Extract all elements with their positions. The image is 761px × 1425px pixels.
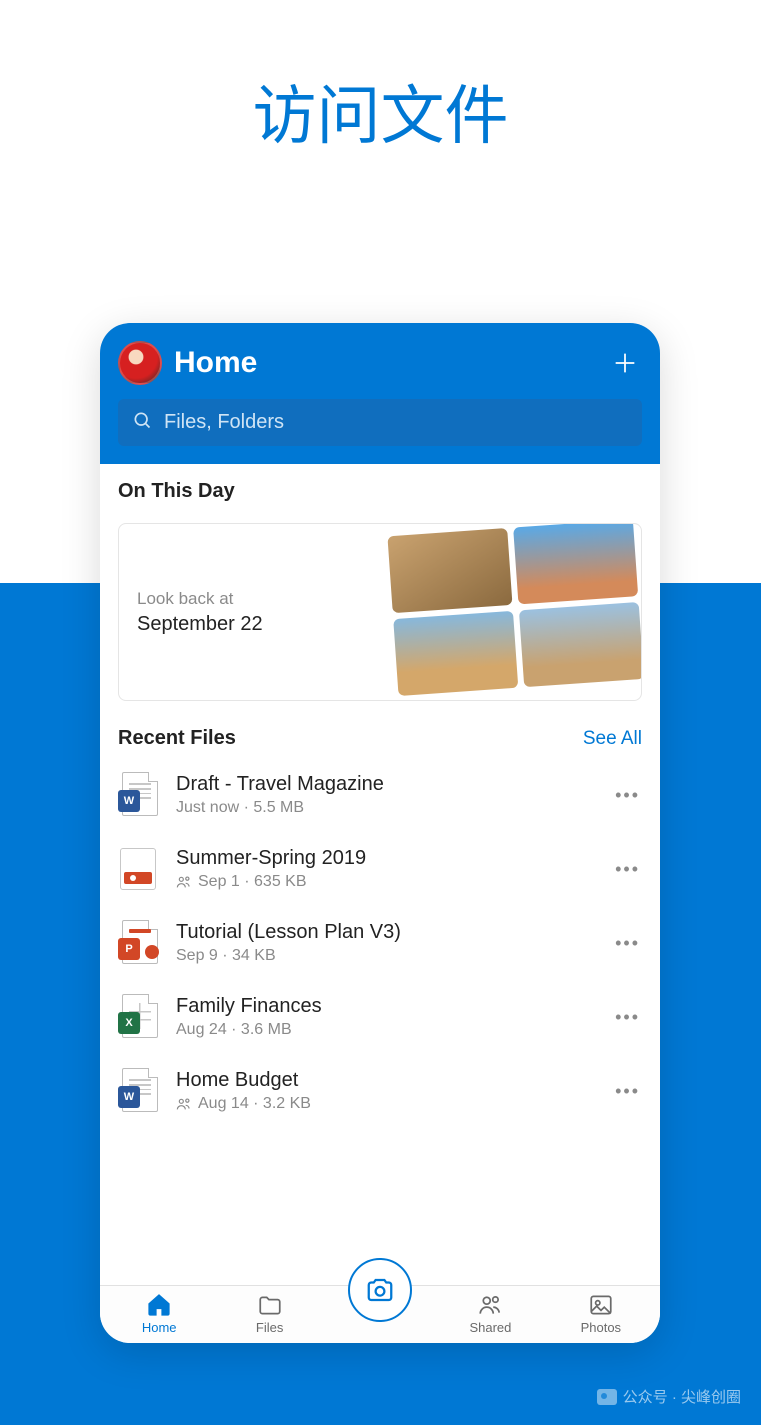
avatar[interactable] — [118, 341, 162, 385]
memory-photo — [513, 523, 638, 604]
file-meta: Sep 9 · 34 KB — [176, 947, 595, 965]
memory-photo — [387, 528, 512, 613]
hero-title: 访问文件 — [0, 65, 761, 157]
file-name: Home Budget — [176, 1069, 595, 1092]
tab-label: Home — [142, 1320, 177, 1335]
file-name: Summer-Spring 2019 — [176, 847, 595, 870]
recent-files-title: Recent Files — [118, 727, 236, 750]
file-more-button[interactable]: ••• — [613, 1001, 642, 1034]
tab-label: Shared — [469, 1320, 511, 1335]
memory-card[interactable]: Look back at September 22 — [118, 523, 642, 701]
photos-icon — [588, 1292, 614, 1318]
excel-file-icon: X — [118, 994, 158, 1040]
file-row[interactable]: X Family Finances Aug 24 · 3.6 MB ••• — [118, 980, 642, 1054]
home-icon — [146, 1292, 172, 1318]
tab-shared[interactable]: Shared — [435, 1292, 545, 1335]
tab-label: Photos — [581, 1320, 621, 1335]
shared-icon — [176, 1095, 192, 1113]
tab-files[interactable]: Files — [214, 1292, 324, 1335]
file-name: Draft - Travel Magazine — [176, 773, 595, 796]
file-meta: Aug 14 · 3.2 KB — [176, 1095, 595, 1113]
file-meta: Sep 1 · 635 KB — [176, 873, 595, 891]
file-name: Family Finances — [176, 995, 595, 1018]
shared-icon — [176, 873, 192, 891]
file-more-button[interactable]: ••• — [613, 1075, 642, 1108]
word-file-icon: W — [118, 772, 158, 818]
watermark: 公众号 · 尖峰创圈 — [597, 1386, 741, 1407]
people-icon — [477, 1292, 503, 1318]
powerpoint-file-icon: P — [118, 920, 158, 966]
file-row[interactable]: W Home Budget Aug 14 · 3.2 KB ••• — [118, 1054, 642, 1128]
see-all-link[interactable]: See All — [583, 728, 642, 750]
file-row[interactable]: Summer-Spring 2019 Sep 1 · 635 KB ••• — [118, 832, 642, 906]
phone-frame: Home Files, Folders On This Day Look bac… — [100, 323, 660, 1343]
file-meta: Aug 24 · 3.6 MB — [176, 1021, 595, 1039]
content-area: On This Day Look back at September 22 Re… — [100, 464, 660, 1285]
folder-icon — [257, 1292, 283, 1318]
word-file-icon: W — [118, 1068, 158, 1114]
file-more-button[interactable]: ••• — [613, 779, 642, 812]
search-placeholder: Files, Folders — [164, 411, 284, 434]
file-row[interactable]: P Tutorial (Lesson Plan V3) Sep 9 · 34 K… — [118, 906, 642, 980]
add-button[interactable] — [608, 346, 642, 380]
file-meta: Just now · 5.5 MB — [176, 799, 595, 817]
memory-caption: Look back at — [137, 589, 361, 609]
page-title: Home — [174, 346, 596, 380]
memory-date: September 22 — [137, 613, 361, 636]
search-input[interactable]: Files, Folders — [118, 399, 642, 446]
file-more-button[interactable]: ••• — [613, 853, 642, 886]
memory-photo — [519, 602, 642, 687]
tab-photos[interactable]: Photos — [546, 1292, 656, 1335]
watermark-text: 公众号 · 尖峰创圈 — [623, 1386, 741, 1407]
camera-fab[interactable] — [348, 1258, 412, 1322]
on-this-day-title: On This Day — [118, 480, 642, 503]
tab-bar: Home Files . Shared Photos — [100, 1285, 660, 1343]
memory-photo-grid — [379, 523, 642, 701]
memory-photo — [393, 611, 518, 696]
tab-home[interactable]: Home — [104, 1292, 214, 1335]
file-more-button[interactable]: ••• — [613, 927, 642, 960]
file-list: W Draft - Travel Magazine Just now · 5.5… — [100, 758, 660, 1128]
app-header: Home Files, Folders — [100, 323, 660, 464]
file-row[interactable]: W Draft - Travel Magazine Just now · 5.5… — [118, 758, 642, 832]
onenote-file-icon — [118, 846, 158, 892]
tab-label: Files — [256, 1320, 283, 1335]
camera-icon — [365, 1275, 395, 1305]
file-name: Tutorial (Lesson Plan V3) — [176, 921, 595, 944]
search-icon — [132, 410, 152, 435]
wechat-icon — [597, 1389, 617, 1405]
